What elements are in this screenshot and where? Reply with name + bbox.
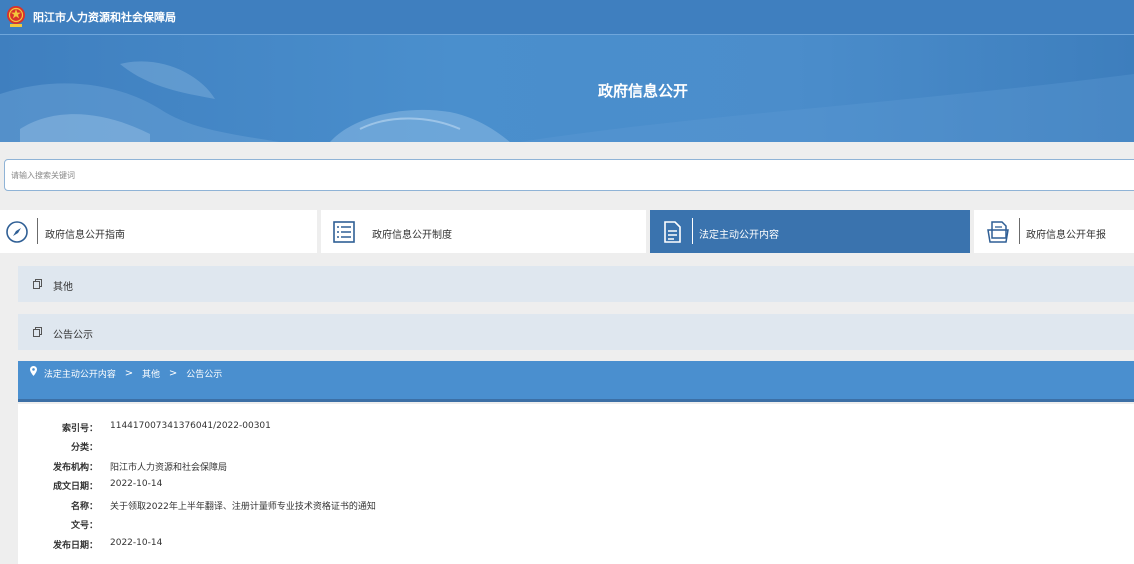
meta-value: 阳江市人力资源和社会保障局 xyxy=(110,463,228,473)
breadcrumb-item[interactable]: 其他 xyxy=(142,367,160,380)
meta-key: 发布机构： xyxy=(52,463,98,473)
list-icon xyxy=(333,221,355,243)
tab-statutory-content[interactable]: 法定主动公开内容 xyxy=(650,210,970,253)
meta-row-title: 名称： 关于领取2022年上半年翻译、注册计量师专业技术资格证书的通知 xyxy=(18,496,1134,514)
document-icon xyxy=(664,221,681,243)
meta-key: 名称： xyxy=(70,502,98,512)
breadcrumb-underline xyxy=(18,399,1134,402)
breadcrumb: 法定主动公开内容 > 其他 > 公告公示 xyxy=(30,366,222,380)
tab-divider xyxy=(692,218,693,244)
document-metadata: 索引号： 114417007341376041/2022-00301 分类： 发… xyxy=(18,404,1134,564)
category-announcement[interactable]: 公告公示 xyxy=(18,314,1134,350)
category-other[interactable]: 其他 xyxy=(18,266,1134,302)
tab-system[interactable]: 政府信息公开制度 xyxy=(321,210,646,253)
national-emblem-icon xyxy=(7,6,25,27)
copy-icon xyxy=(33,279,42,289)
meta-value: 2022-10-14 xyxy=(110,479,163,489)
breadcrumb-item[interactable]: 法定主动公开内容 xyxy=(44,367,116,380)
meta-row-written-date: 成文日期： 2022-10-14 xyxy=(18,476,1134,494)
meta-key: 分类： xyxy=(70,443,98,453)
compass-icon xyxy=(6,221,28,243)
location-pin-icon xyxy=(30,366,37,376)
meta-value: 2022-10-14 xyxy=(110,538,163,548)
tab-label: 法定主动公开内容 xyxy=(699,230,779,241)
tab-label: 政府信息公开年报 xyxy=(1026,230,1106,241)
breadcrumb-bar: 法定主动公开内容 > 其他 > 公告公示 xyxy=(18,361,1134,402)
tab-label: 政府信息公开制度 xyxy=(372,230,452,241)
search-box xyxy=(4,159,1134,191)
meta-row-publisher: 发布机构： 阳江市人力资源和社会保障局 xyxy=(18,457,1134,475)
banner: 政府信息公开 xyxy=(0,34,1134,142)
report-icon xyxy=(987,221,1009,243)
tab-guide[interactable]: 政府信息公开指南 xyxy=(0,210,317,253)
meta-row-category: 分类： xyxy=(18,437,1134,455)
banner-title: 政府信息公开 xyxy=(598,82,689,100)
meta-row-doc-number: 文号： xyxy=(18,515,1134,533)
tab-bar: 政府信息公开指南 政府信息公开制度 法定主动公开内容 政府信息公开年报 xyxy=(0,210,1134,253)
search-input[interactable] xyxy=(5,160,1134,190)
copy-icon xyxy=(33,327,42,337)
meta-key: 文号： xyxy=(70,521,98,531)
meta-key: 发布日期： xyxy=(52,541,98,551)
tab-annual-report[interactable]: 政府信息公开年报 xyxy=(974,210,1134,253)
meta-key: 成文日期： xyxy=(52,482,98,492)
meta-row-publish-date: 发布日期： 2022-10-14 xyxy=(18,535,1134,553)
meta-value: 114417007341376041/2022-00301 xyxy=(110,421,271,431)
meta-key: 索引号： xyxy=(61,424,98,434)
category-label: 公告公示 xyxy=(53,330,93,341)
tab-divider xyxy=(37,218,38,244)
breadcrumb-separator: > xyxy=(124,368,134,379)
top-header: 阳江市人力资源和社会保障局 xyxy=(0,0,1134,34)
breadcrumb-item[interactable]: 公告公示 xyxy=(186,367,222,380)
breadcrumb-separator: > xyxy=(168,368,178,379)
meta-value: 关于领取2022年上半年翻译、注册计量师专业技术资格证书的通知 xyxy=(110,502,376,512)
banner-decoration xyxy=(0,61,1134,142)
site-name[interactable]: 阳江市人力资源和社会保障局 xyxy=(33,9,176,25)
meta-row-index: 索引号： 114417007341376041/2022-00301 xyxy=(18,418,1134,436)
tab-label: 政府信息公开指南 xyxy=(45,230,125,241)
tab-divider xyxy=(1019,218,1020,244)
category-label: 其他 xyxy=(53,282,73,293)
